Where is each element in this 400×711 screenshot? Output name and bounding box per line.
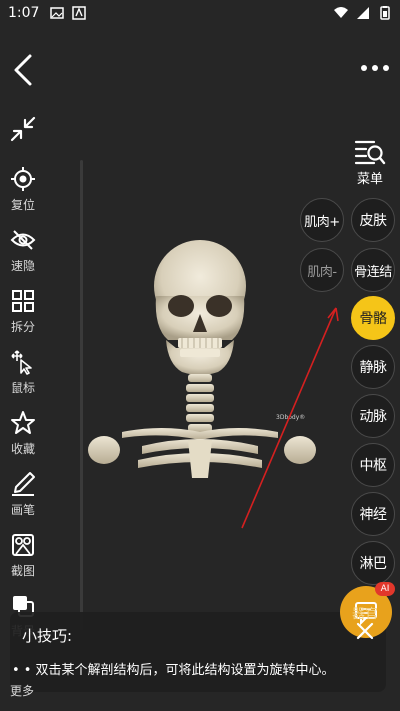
cursor-move-icon (11, 350, 32, 375)
tool-favorite[interactable]: 收藏 (0, 406, 46, 462)
signal-icon (357, 7, 369, 19)
screenshot-icon (12, 534, 34, 556)
tool-label: 画笔 (10, 503, 35, 517)
skeleton-model[interactable] (82, 236, 322, 481)
menu-button[interactable]: 菜单 (346, 138, 394, 188)
split-grid-icon (12, 290, 34, 312)
tool-mouse[interactable]: 鼠标 (0, 345, 46, 401)
wifi-icon (334, 7, 348, 18)
tip-title: 小技巧: (22, 627, 73, 645)
tool-pen[interactable]: 画笔 (0, 467, 46, 523)
pen-icon (12, 472, 35, 496)
tool-split[interactable]: 拆分 (0, 284, 46, 340)
artery-button[interactable]: 动脉 (351, 394, 395, 438)
status-right-icons (334, 6, 392, 20)
eye-off-icon (10, 230, 36, 250)
nerve-button[interactable]: 神经 (351, 492, 395, 536)
muscle-plus-button[interactable]: 肌肉+ (300, 198, 344, 242)
vein-button[interactable]: 静脉 (351, 345, 395, 389)
tool-label: 复位 (10, 198, 35, 212)
skeleton-button[interactable]: 骨骼 (351, 296, 395, 340)
tool-label: 速隐 (10, 259, 35, 273)
star-icon (11, 411, 35, 434)
bullet-icon: • • (12, 663, 32, 678)
tool-label: 截图 (10, 564, 35, 578)
tip-panel (10, 612, 386, 692)
more-options-button[interactable] (360, 58, 390, 78)
tool-label: 鼠标 (10, 381, 35, 395)
target-icon (11, 167, 35, 191)
notification-icon (72, 6, 86, 20)
more-label[interactable]: 更多 (10, 682, 34, 699)
tip-text: 双击某个解剖结构后，可将此结构设置为旋转中心。 (35, 663, 335, 678)
collapse-icon[interactable] (8, 114, 38, 144)
status-bar: 1:07 (0, 0, 400, 26)
menu-search-icon (354, 140, 386, 165)
tool-quick-hide[interactable]: 速隐 (0, 223, 46, 279)
watermark: 3Dbody® (276, 414, 306, 421)
back-button[interactable] (10, 52, 38, 88)
tool-label: 收藏 (10, 442, 35, 456)
tip-text-row: • • 双击某个解剖结构后，可将此结构设置为旋转中心。 (12, 659, 334, 678)
battery-icon (380, 6, 390, 20)
lymph-button[interactable]: 淋巴 (351, 541, 395, 585)
skin-button[interactable]: 皮肤 (351, 198, 395, 242)
ai-badge: AI (375, 582, 395, 596)
muscle-minus-button[interactable]: 肌肉- (300, 248, 344, 292)
tool-reset[interactable]: 复位 (0, 162, 46, 218)
image-icon (50, 7, 64, 19)
status-left-icons (50, 6, 86, 20)
tool-label: 拆分 (10, 320, 35, 334)
menu-label: 菜单 (356, 172, 383, 187)
close-icon[interactable] (354, 620, 376, 642)
tool-screenshot[interactable]: 截图 (0, 528, 46, 584)
cns-button[interactable]: 中枢 (351, 443, 395, 487)
status-time: 1:07 (8, 5, 40, 21)
bone-joint-button[interactable]: 骨连结 (351, 248, 395, 292)
